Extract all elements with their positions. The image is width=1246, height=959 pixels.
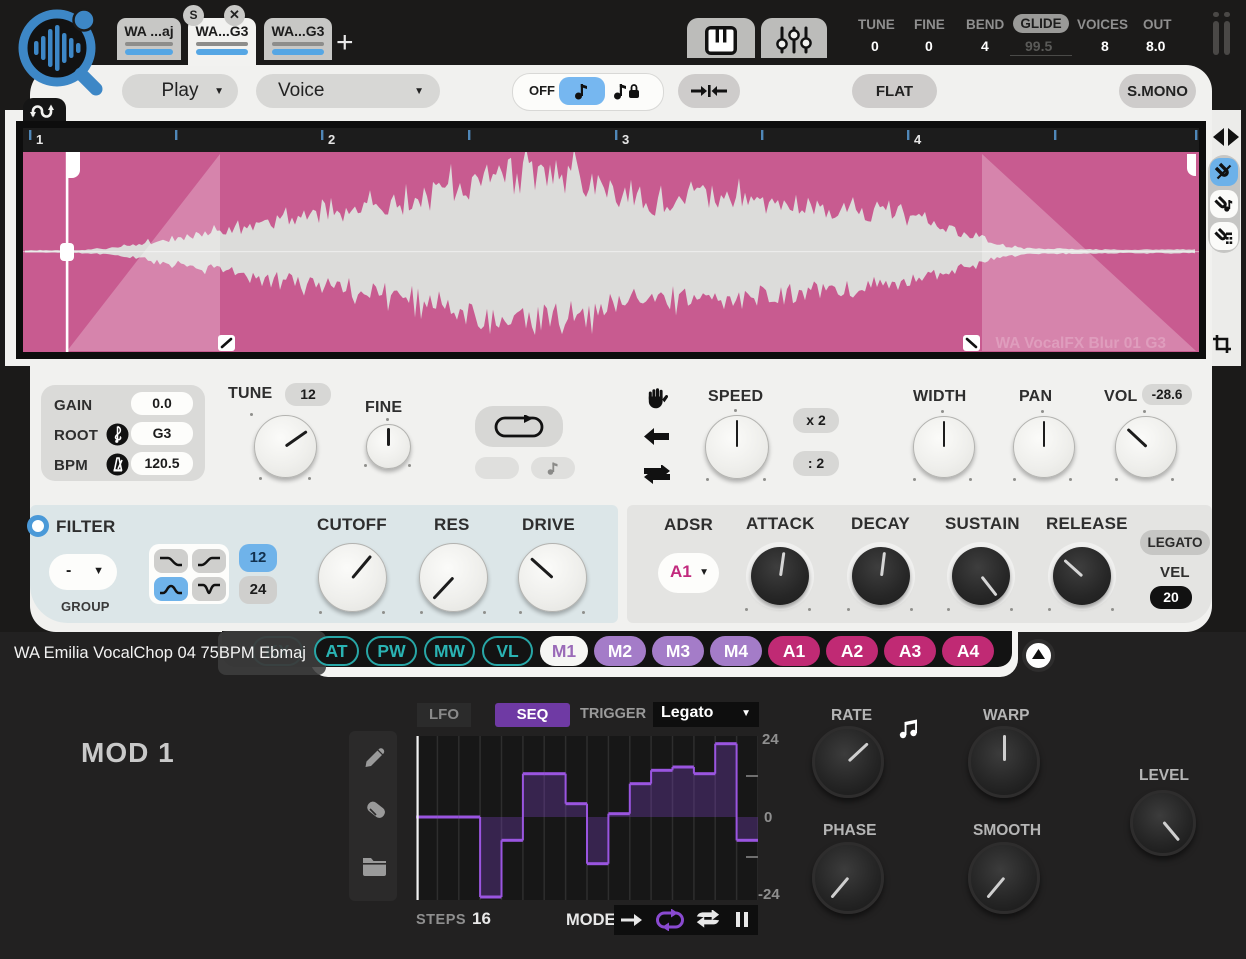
svg-text:3: 3 [622,132,629,147]
svg-text:WA VocalFX Blur 01 G3: WA VocalFX Blur 01 G3 [995,335,1166,352]
svg-text:2: 2 [328,132,335,147]
svg-text:1: 1 [36,132,43,147]
svg-text:4: 4 [914,132,922,147]
